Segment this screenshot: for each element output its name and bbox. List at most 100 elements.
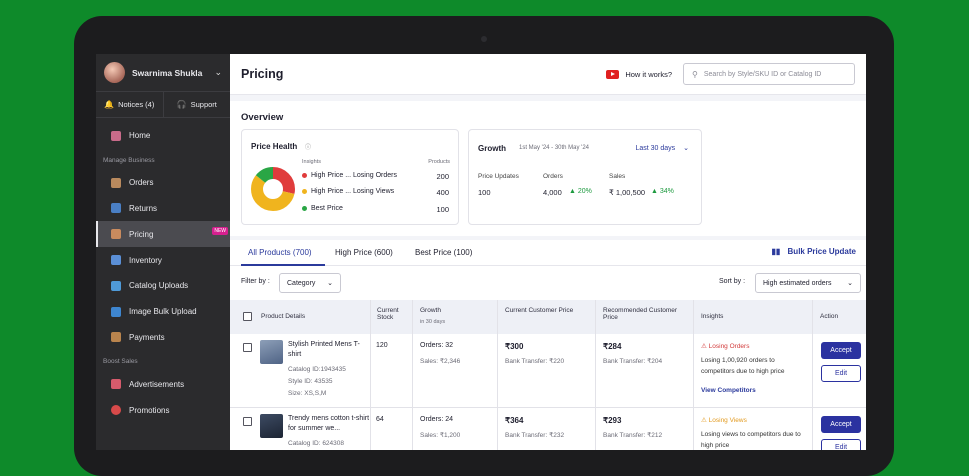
sales-value: ₹ 1,00,500 [609, 188, 646, 197]
view-competitors-link[interactable]: View Competitors [701, 387, 756, 394]
price-health-card: Price Health ⓘ Insights Products High Pr… [241, 129, 459, 225]
column-divider [497, 300, 498, 450]
orders-value: Orders: 24 [420, 416, 454, 423]
header-product: Product Details [261, 313, 306, 320]
period-label: Last 30 days [635, 145, 676, 152]
current-price: ₹364 [505, 416, 524, 425]
current-bank-transfer: Bank Transfer: ₹220 [505, 358, 565, 365]
header-action: Action [820, 313, 839, 320]
overview-section: Overview Price Health ⓘ Insights Product… [230, 101, 866, 236]
sidebar-item-orders[interactable]: Orders [96, 170, 230, 196]
sidebar-item-label: Inventory [129, 255, 162, 265]
sidebar-item-returns[interactable]: Returns [96, 196, 230, 222]
sidebar-item-image-bulk-upload[interactable]: Image Bulk Upload [96, 299, 230, 325]
period-select[interactable]: Last 30 days ⌄ [635, 144, 689, 152]
sales-label: Sales [609, 173, 626, 180]
bulk-price-update-button[interactable]: ▮▮ Bulk Price Update [771, 247, 856, 256]
sales-growth: ▲ 34% [651, 188, 674, 195]
sidebar-item-label: Promotions [129, 405, 170, 415]
notices-support-bar: 🔔 Notices (4) 🎧 Support [96, 92, 230, 118]
stock-value: 64 [376, 416, 384, 423]
row-checkbox[interactable] [243, 417, 252, 426]
avatar [104, 62, 125, 83]
chevron-down-icon: ⌄ [214, 67, 222, 77]
product-name: Stylish Printed Mens T-shirt [288, 341, 360, 358]
camera-icon [481, 36, 487, 42]
sidebar-item-payments[interactable]: Payments [96, 325, 230, 351]
table-header: Product Details Current Stock Growth in … [230, 300, 866, 334]
product-thumbnail [260, 414, 283, 438]
header-stock: Current Stock [377, 307, 399, 321]
table-row: Trendy mens cotton t-shirt for summer we… [230, 408, 866, 450]
sidebar-item-home[interactable]: Home [96, 123, 230, 149]
edit-button[interactable]: Edit [821, 439, 861, 450]
recommended-price: ₹293 [603, 416, 622, 425]
home-icon [111, 130, 121, 141]
how-it-works-link[interactable]: How it works? [606, 69, 672, 79]
category-dropdown[interactable]: Category ⌄ [279, 273, 341, 293]
current-price: ₹300 [505, 342, 524, 351]
recommended-bank-transfer: Bank Transfer: ₹204 [603, 358, 663, 365]
sidebar-item-inventory[interactable]: Inventory [96, 247, 230, 273]
chevron-down-icon: ⌄ [847, 280, 853, 287]
clipboard-icon [111, 255, 121, 266]
health-row-label: High Price ... Losing Views [311, 188, 395, 195]
growth-title: Growth [478, 144, 506, 153]
growth-date-range: 1st May '24 - 30th May '24 [519, 145, 589, 151]
column-divider [812, 300, 813, 450]
sidebar-item-advertisements[interactable]: Advertisements [96, 371, 230, 397]
yellow-dot-icon [302, 189, 307, 194]
bulk-label: Bulk Price Update [787, 247, 856, 256]
row-checkbox[interactable] [243, 343, 252, 352]
price-health-title: Price Health [251, 142, 298, 151]
megaphone-icon [111, 379, 121, 390]
tab-best-price[interactable]: Best Price (100) [415, 248, 472, 257]
column-divider [370, 300, 371, 450]
support-button[interactable]: 🎧 Support [164, 92, 231, 117]
edit-button[interactable]: Edit [821, 365, 861, 382]
sort-dropdown[interactable]: High estimated orders ⌄ [755, 273, 861, 293]
recommended-bank-transfer: Bank Transfer: ₹212 [603, 432, 663, 439]
orders-growth-value: 20% [577, 188, 592, 195]
sidebar-item-label: Catalog Uploads [129, 281, 189, 291]
column-divider [595, 300, 596, 450]
health-row-best-price: Best Price [302, 205, 343, 212]
insight-losing-orders: ⚠ Losing Orders [701, 342, 749, 350]
sort-value: High estimated orders [763, 279, 832, 287]
sidebar-item-label: Image Bulk Upload [129, 307, 197, 317]
health-row-losing-views: High Price ... Losing Views [302, 188, 394, 195]
profile-switcher[interactable]: Swarnima Shukla ⌄ [96, 54, 230, 92]
price-health-donut [251, 167, 295, 211]
sidebar-item-pricing[interactable]: Pricing NEW [96, 221, 230, 248]
tab-all-products[interactable]: All Products (700) [248, 248, 312, 257]
image-icon [111, 306, 121, 317]
price-updates-label: Price Updates [478, 173, 519, 180]
accept-button[interactable]: Accept [821, 342, 861, 359]
accept-button[interactable]: Accept [821, 416, 861, 433]
sidebar-item-catalog-uploads[interactable]: Catalog Uploads [96, 273, 230, 299]
box-icon [111, 177, 121, 188]
top-bar: Pricing How it works? ⚲ Search by Style/… [230, 54, 866, 95]
select-all-checkbox[interactable] [243, 312, 252, 321]
warning-icon: ⚠ [701, 343, 707, 350]
headset-icon: 🎧 [176, 100, 187, 109]
product-thumbnail [260, 340, 283, 364]
stock-value: 120 [376, 342, 388, 349]
table-body: Stylish Printed Mens T-shirt Catalog ID:… [230, 334, 866, 450]
search-placeholder: Search by Style/SKU ID or Catalog ID [703, 70, 822, 78]
main-content: Pricing How it works? ⚲ Search by Style/… [230, 54, 866, 450]
sidebar-item-promotions[interactable]: Promotions [96, 397, 230, 423]
sidebar-item-label: Home [129, 131, 151, 141]
orders-value: 4,000 [543, 188, 562, 197]
search-input[interactable]: ⚲ Search by Style/SKU ID or Catalog ID [683, 63, 855, 85]
truck-icon [111, 203, 121, 214]
insight-title: Losing Views [708, 417, 747, 424]
how-it-works-label: How it works? [625, 69, 672, 79]
recommended-price: ₹284 [603, 342, 622, 351]
tab-high-price[interactable]: High Price (600) [335, 248, 393, 257]
sales-growth-value: 34% [659, 188, 674, 195]
sidebar: Swarnima Shukla ⌄ 🔔 Notices (4) 🎧 Suppor… [96, 54, 230, 450]
sort-label: Sort by : [719, 278, 746, 285]
notices-button[interactable]: 🔔 Notices (4) [96, 92, 164, 117]
insight-title: Losing Orders [708, 343, 750, 350]
